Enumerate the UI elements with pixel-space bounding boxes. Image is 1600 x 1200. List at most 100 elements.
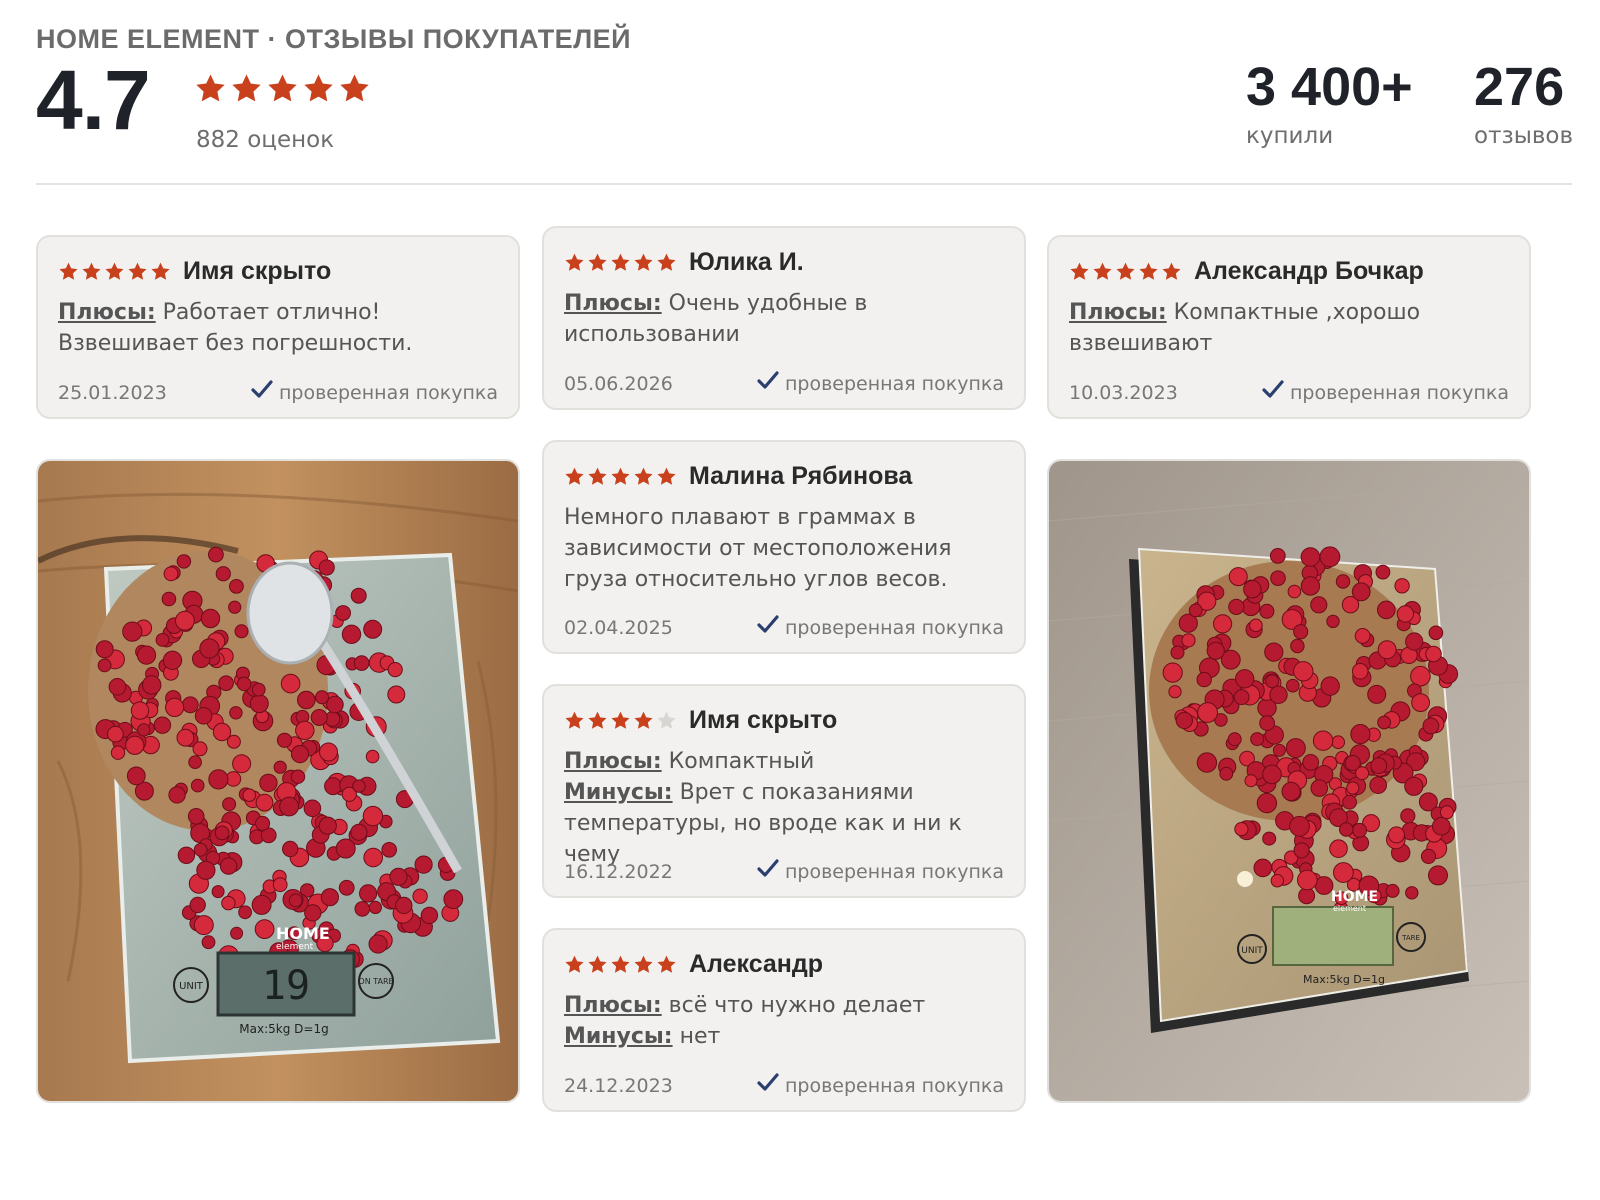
checkmark-icon: [1262, 380, 1284, 405]
photo-image: 19 UNIT ON TARE Max:5kg D=1g HOME elemen…: [38, 461, 518, 1101]
review-body: Плюсы: Очень удобные в использовании: [564, 288, 1004, 350]
star-filled-icon: [565, 467, 584, 485]
stat-bought-label: купили: [1246, 123, 1334, 150]
review-stars: [564, 252, 677, 273]
star-filled-icon: [304, 74, 333, 102]
photo-image: UNIT TARE Max:5kg D=1g HOME element: [1049, 461, 1529, 1101]
review-body: Плюсы: Компактные ,хорошо взвешивают: [1069, 297, 1509, 359]
review-card[interactable]: Александр Плюсы: всё что нужно делает Ми…: [542, 928, 1026, 1112]
pros-text: Компактный: [668, 749, 815, 774]
tare-button-label: ON TARE: [358, 977, 393, 986]
star-filled-icon: [634, 253, 653, 271]
scale-brand-sub: element: [276, 942, 314, 952]
cons-label: Минусы:: [564, 780, 673, 805]
review-header: Юлика И.: [564, 244, 1004, 280]
review-author: Имя скрыто: [183, 256, 332, 285]
verified-badge: проверенная покупка: [1262, 380, 1509, 405]
verified-label: проверенная покупка: [278, 381, 498, 404]
review-body: Плюсы: Компактный Минусы: Врет с показан…: [564, 746, 1004, 870]
star-filled-icon: [634, 711, 653, 729]
scale-brand-label: HOME: [1331, 889, 1378, 905]
verified-badge: проверенная покупка: [757, 615, 1004, 640]
star-filled-icon: [59, 262, 78, 280]
review-footer: 24.12.2023 проверенная покупка: [564, 1073, 1004, 1098]
average-stars: [194, 72, 371, 105]
review-date: 25.01.2023: [58, 381, 167, 404]
checkmark-icon: [757, 615, 779, 640]
review-footer: 25.01.2023 проверенная покупка: [58, 380, 498, 405]
verified-label: проверенная покупка: [784, 616, 1004, 639]
star-filled-icon: [634, 955, 653, 973]
review-header: Малина Рябинова: [564, 458, 1004, 494]
verified-label: проверенная покупка: [1289, 381, 1509, 404]
star-filled-icon: [128, 262, 147, 280]
verified-badge: проверенная покупка: [757, 371, 1004, 396]
star-filled-icon: [588, 955, 607, 973]
star-filled-icon: [588, 253, 607, 271]
cons-label: Минусы:: [564, 1024, 673, 1049]
pros-text: всё что нужно делает: [668, 993, 926, 1018]
review-author: Малина Рябинова: [689, 461, 913, 490]
star-filled-icon: [657, 467, 676, 485]
tare-button-label: TARE: [1401, 934, 1420, 942]
review-card[interactable]: Александр Бочкар Плюсы: Компактные ,хоро…: [1047, 235, 1531, 419]
rating-count: 882 оценок: [196, 127, 335, 153]
checkmark-icon: [757, 1073, 779, 1098]
brand-title: HOME ELEMENT · ОТЗЫВЫ ПОКУПАТЕЛЕЙ: [36, 24, 632, 54]
ratings-header: HOME ELEMENT · ОТЗЫВЫ ПОКУПАТЕЛЕЙ 4.7 88…: [36, 0, 1574, 185]
review-body: Плюсы: всё что нужно делает Минусы: нет: [564, 990, 1004, 1052]
pros-label: Плюсы:: [564, 749, 662, 774]
review-header: Имя скрыто: [58, 253, 498, 289]
star-filled-icon: [611, 711, 630, 729]
star-filled-icon: [268, 74, 297, 102]
checkmark-icon: [251, 380, 273, 405]
review-author: Имя скрыто: [689, 705, 838, 734]
review-author: Александр Бочкар: [1194, 256, 1424, 285]
review-date: 24.12.2023: [564, 1074, 673, 1097]
review-card[interactable]: Имя скрыто Плюсы: Компактный Минусы: Вре…: [542, 684, 1026, 898]
review-header: Имя скрыто: [564, 702, 1004, 738]
review-card[interactable]: Малина Рябинова Немного плавают в грамма…: [542, 440, 1026, 654]
star-filled-icon: [565, 253, 584, 271]
verified-label: проверенная покупка: [784, 372, 1004, 395]
star-filled-icon: [1139, 262, 1158, 280]
star-filled-icon: [588, 711, 607, 729]
review-footer: 10.03.2023 проверенная покупка: [1069, 380, 1509, 405]
star-filled-icon: [634, 467, 653, 485]
star-filled-icon: [657, 955, 676, 973]
review-date: 02.04.2025: [564, 616, 673, 639]
stat-reviews: 276 отзывов: [1474, 57, 1574, 150]
verified-badge: проверенная покупка: [251, 380, 498, 405]
review-photo-scale-with-spoon[interactable]: 19 UNIT ON TARE Max:5kg D=1g HOME elemen…: [36, 459, 520, 1103]
review-stars: [1069, 261, 1182, 282]
review-footer: 02.04.2025 проверенная покупка: [564, 615, 1004, 640]
review-header: Александр Бочкар: [1069, 253, 1509, 289]
pros-label: Плюсы:: [58, 300, 156, 325]
star-filled-icon: [611, 955, 630, 973]
scale-brand-sub: element: [1333, 904, 1366, 913]
review-card[interactable]: Имя скрыто Плюсы: Работает отлично! Взве…: [36, 235, 520, 419]
star-filled-icon: [340, 74, 369, 102]
unit-button-label: UNIT: [179, 981, 204, 992]
review-stars: [564, 710, 677, 731]
star-filled-icon: [82, 262, 101, 280]
scale-display-reading: 19: [262, 963, 310, 1009]
review-author: Юлика И.: [689, 247, 804, 276]
star-filled-icon: [196, 74, 225, 102]
verified-label: проверенная покупка: [784, 860, 1004, 883]
review-date: 05.06.2026: [564, 372, 673, 395]
average-rating: 4.7: [36, 53, 151, 147]
star-filled-icon: [1162, 262, 1181, 280]
star-filled-icon: [105, 262, 124, 280]
stat-reviews-label: отзывов: [1474, 123, 1574, 150]
review-card[interactable]: Юлика И. Плюсы: Очень удобные в использо…: [542, 226, 1026, 410]
star-filled-icon: [611, 467, 630, 485]
review-photo-scale[interactable]: UNIT TARE Max:5kg D=1g HOME element: [1047, 459, 1531, 1103]
review-date: 10.03.2023: [1069, 381, 1178, 404]
star-filled-icon: [232, 74, 261, 102]
stat-bought-value: 3 400+: [1246, 57, 1413, 117]
star-filled-icon: [611, 253, 630, 271]
star-filled-icon: [565, 955, 584, 973]
review-body: Немного плавают в граммах в зависимости …: [564, 502, 1004, 595]
review-author: Александр: [689, 949, 824, 978]
